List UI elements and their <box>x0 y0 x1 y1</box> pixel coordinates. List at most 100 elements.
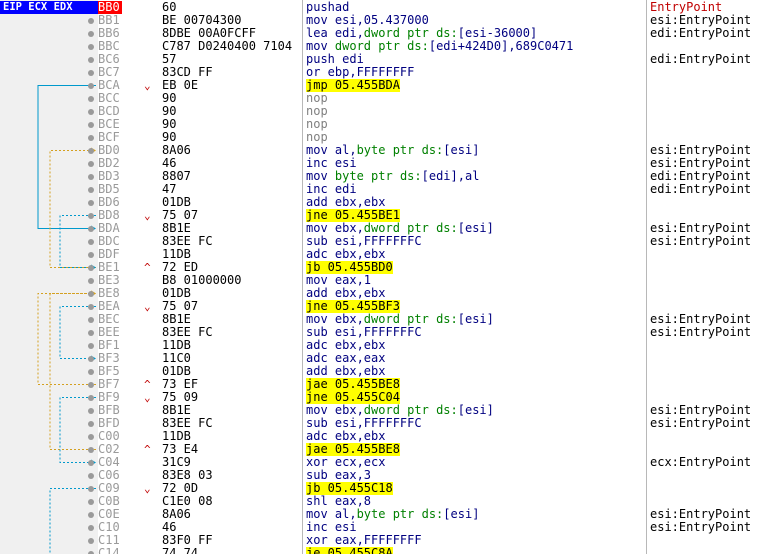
instruction-comment <box>650 248 775 261</box>
instruction-bytes: 8A06 <box>162 508 191 521</box>
instruction-comment <box>650 92 775 105</box>
instruction-text: adc ebx,ebx <box>306 339 386 352</box>
breakpoint-dot[interactable] <box>88 226 94 232</box>
breakpoint-dot[interactable] <box>88 408 94 414</box>
breakpoint-dot[interactable] <box>88 356 94 362</box>
instruction-comment <box>650 339 775 352</box>
breakpoint-dot[interactable] <box>88 317 94 323</box>
breakpoint-dot[interactable] <box>88 512 94 518</box>
instruction-comment: esi:EntryPoint <box>650 325 752 339</box>
instruction-text: jb 05.455BD0 <box>306 261 393 274</box>
instruction-text: sub esi,FFFFFFFC <box>306 417 422 430</box>
instruction-text: xor ecx,ecx <box>306 456 386 469</box>
instruction-bytes: 8B1E <box>162 222 191 235</box>
breakpoint-dot[interactable] <box>88 499 94 505</box>
instruction-comment <box>650 287 775 300</box>
instruction-comment <box>650 118 775 131</box>
breakpoint-dot[interactable] <box>88 538 94 544</box>
register-pointer-label: EIP ECX EDX <box>0 1 98 14</box>
breakpoint-dot[interactable] <box>88 252 94 258</box>
breakpoint-dot[interactable] <box>88 174 94 180</box>
instruction-comment <box>650 365 775 378</box>
jump-direction-icon: ⌄ <box>144 482 151 495</box>
instruction-bytes: 72 0D <box>162 482 199 495</box>
instruction-bytes: 31C9 <box>162 456 191 469</box>
instruction-bytes: EB 0E <box>162 79 199 92</box>
breakpoint-dot[interactable] <box>88 525 94 531</box>
instruction-comment: esi:EntryPoint <box>650 416 752 430</box>
instruction-text: sub eax,3 <box>306 469 372 482</box>
breakpoint-dot[interactable] <box>88 200 94 206</box>
breakpoint-dot[interactable] <box>88 434 94 440</box>
instruction-text: push edi <box>306 53 364 66</box>
breakpoint-dot[interactable] <box>88 343 94 349</box>
instruction-text: xor eax,FFFFFFFF <box>306 534 422 547</box>
instruction-text: nop <box>306 131 328 144</box>
instruction-text: jae 05.455BE8 <box>306 378 400 391</box>
breakpoint-dot[interactable] <box>88 187 94 193</box>
breakpoint-dot[interactable] <box>88 265 94 271</box>
instruction-text: mov byte ptr ds:[edi],al <box>306 170 480 183</box>
breakpoint-dot[interactable] <box>88 460 94 466</box>
instruction-bytes: 11DB <box>162 430 191 443</box>
instruction-bytes: C787 D0240400 7104 <box>162 40 293 53</box>
disassembly-view[interactable]: EIP ECX EDX BB0 60 pushad EntryPoint BB1 BE 00… <box>0 0 775 554</box>
breakpoint-dot[interactable] <box>88 18 94 24</box>
breakpoint-dot[interactable] <box>88 213 94 219</box>
breakpoint-dot[interactable] <box>88 395 94 401</box>
instruction-text: pushad <box>306 1 350 14</box>
instruction-text: mov esi,05.437000 <box>306 14 429 27</box>
breakpoint-dot[interactable] <box>88 304 94 310</box>
instruction-text: jae 05.455BE8 <box>306 443 400 456</box>
breakpoint-dot[interactable] <box>88 473 94 479</box>
breakpoint-dot[interactable] <box>88 57 94 63</box>
instruction-row[interactable]: C14 ⌄ 74 74 je 05.455C8A <box>0 547 775 554</box>
breakpoint-dot[interactable] <box>88 486 94 492</box>
breakpoint-dot[interactable] <box>88 31 94 37</box>
instruction-bytes: 75 09 <box>162 391 199 404</box>
instruction-bytes: 60 <box>162 1 177 14</box>
instruction-bytes: 90 <box>162 131 177 144</box>
instruction-text: add ebx,ebx <box>306 365 386 378</box>
instruction-comment <box>650 430 775 443</box>
instruction-text: jmp 05.455BDA <box>306 79 400 92</box>
jump-direction-icon: ^ <box>144 443 151 456</box>
instruction-text: jb 05.455C18 <box>306 482 393 495</box>
instruction-comment: esi:EntryPoint <box>650 234 752 248</box>
instruction-bytes: 90 <box>162 118 177 131</box>
breakpoint-dot[interactable] <box>88 122 94 128</box>
instruction-text: lea edi,dword ptr ds:[esi-36000] <box>306 27 538 40</box>
breakpoint-dot[interactable] <box>88 330 94 336</box>
instruction-text: nop <box>306 105 328 118</box>
breakpoint-dot[interactable] <box>88 148 94 154</box>
instruction-text: shl eax,8 <box>306 495 372 508</box>
instruction-text: mov ebx,dword ptr ds:[esi] <box>306 404 494 417</box>
breakpoint-dot[interactable] <box>88 161 94 167</box>
breakpoint-dot[interactable] <box>88 83 94 89</box>
instruction-text: sub esi,FFFFFFFC <box>306 326 422 339</box>
breakpoint-dot[interactable] <box>88 382 94 388</box>
breakpoint-dot[interactable] <box>88 96 94 102</box>
breakpoint-dot[interactable] <box>88 135 94 141</box>
instruction-bytes: 83F0 FF <box>162 534 213 547</box>
breakpoint-dot[interactable] <box>88 278 94 284</box>
instruction-bytes: 90 <box>162 105 177 118</box>
breakpoint-dot[interactable] <box>88 70 94 76</box>
breakpoint-dot[interactable] <box>88 109 94 115</box>
instruction-text: mov eax,1 <box>306 274 372 287</box>
jump-direction-icon: ⌄ <box>144 300 151 313</box>
instruction-text: jne 05.455BF3 <box>306 300 400 313</box>
instruction-text: add ebx,ebx <box>306 196 386 209</box>
breakpoint-dot[interactable] <box>88 44 94 50</box>
instruction-text: mov ebx,dword ptr ds:[esi] <box>306 222 494 235</box>
breakpoint-dot[interactable] <box>88 291 94 297</box>
breakpoint-dot[interactable] <box>88 447 94 453</box>
instruction-text: jne 05.455BE1 <box>306 209 400 222</box>
breakpoint-dot[interactable] <box>88 239 94 245</box>
breakpoint-dot[interactable] <box>88 421 94 427</box>
instruction-address: C14 <box>98 546 120 554</box>
instruction-comment <box>650 482 775 495</box>
instruction-bytes: 74 74 <box>162 547 199 554</box>
breakpoint-dot[interactable] <box>88 369 94 375</box>
jump-direction-icon: ⌄ <box>144 547 151 554</box>
